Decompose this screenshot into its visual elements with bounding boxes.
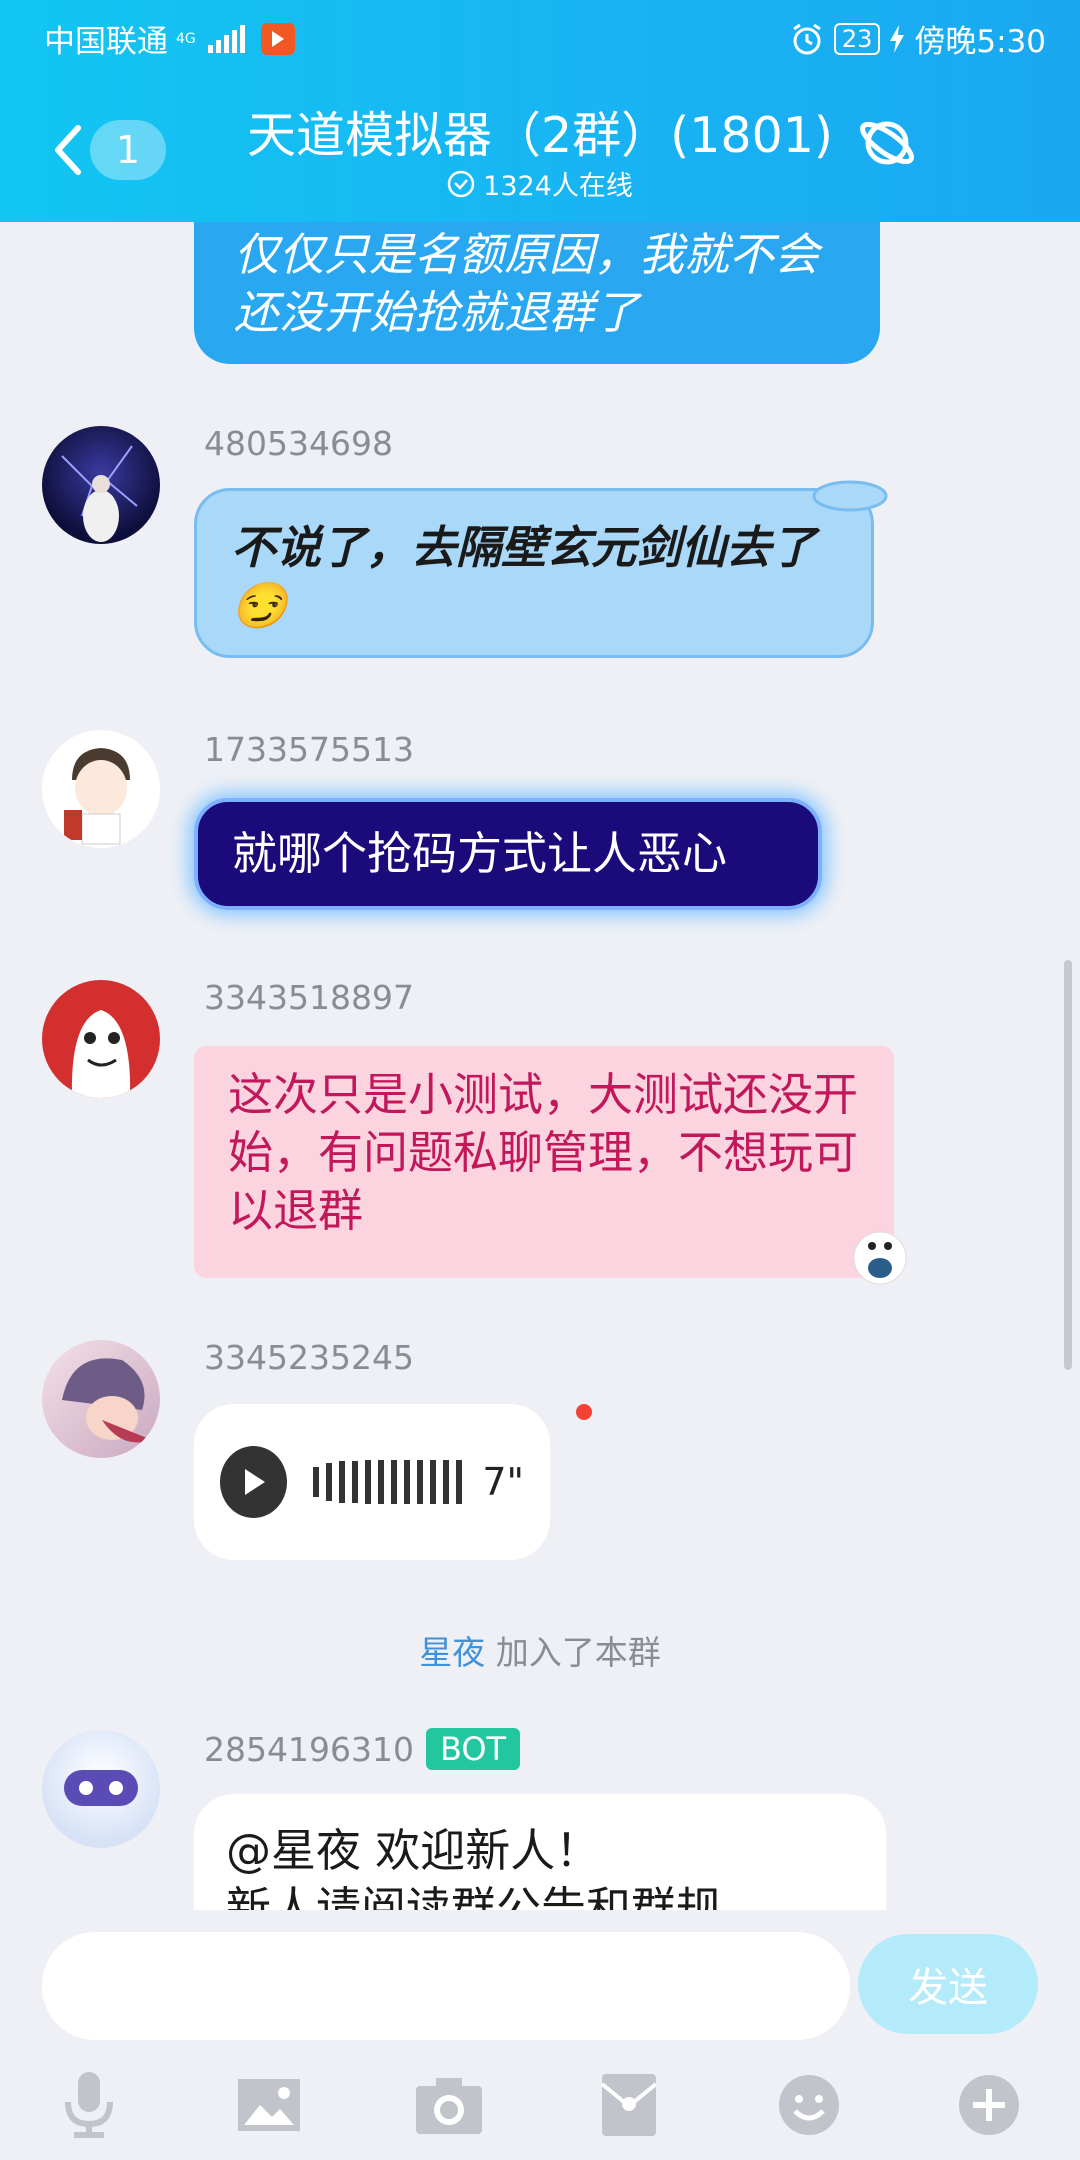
sender-name[interactable]: 3343518897	[204, 978, 414, 1017]
mic-icon[interactable]	[44, 2060, 134, 2150]
system-action: 加入了本群	[495, 1633, 661, 1672]
system-message: 星夜 加入了本群	[0, 1626, 1080, 1674]
nav-bar: 1 天道模拟器（2群）(1801) 1324人在线	[0, 82, 1080, 222]
charging-icon	[890, 24, 905, 53]
sender-header: 2854196310 BOT	[204, 1728, 521, 1770]
check-circle-icon	[447, 170, 475, 197]
system-user-link[interactable]: 星夜	[419, 1633, 485, 1672]
emoji-icon[interactable]	[764, 2060, 854, 2150]
online-text: 1324人在线	[483, 171, 633, 202]
penguin-sticker-icon	[853, 1231, 907, 1285]
message-bubble[interactable]: @星夜 欢迎新人！ 新人请阅读群公告和群规	[194, 1794, 886, 1910]
waveform-icon	[313, 1460, 463, 1504]
status-bar: 中国联通 4G 23 傍晚5:30	[0, 0, 1080, 72]
battery-level: 23	[841, 24, 873, 53]
message-bubble[interactable]: 仅仅只是名额原因，我就不会还没开始抢就退群了	[194, 222, 880, 364]
cloud-decoration-icon	[812, 480, 888, 512]
voice-duration: 7"	[482, 1460, 524, 1504]
scrollbar[interactable]	[1064, 960, 1072, 1370]
image-icon[interactable]	[224, 2060, 314, 2150]
avatar[interactable]	[42, 980, 160, 1098]
send-button[interactable]: 发送	[858, 1934, 1038, 2034]
voice-message[interactable]: 7"	[194, 1404, 550, 1560]
alarm-icon	[792, 23, 821, 54]
toolbar	[0, 2060, 1080, 2150]
redpacket-icon[interactable]	[584, 2060, 674, 2150]
sender-name[interactable]: 1733575513	[204, 730, 414, 769]
video-app-icon	[260, 22, 295, 55]
sender-name[interactable]: 2854196310	[204, 1730, 414, 1769]
message-input[interactable]	[42, 1932, 850, 2040]
message-text: 不说了，去隔壁玄元剑仙去了	[231, 521, 817, 574]
message-text: @星夜 欢迎新人！	[226, 1824, 601, 1877]
avatar[interactable]	[42, 1730, 160, 1848]
sender-name[interactable]: 480534698	[204, 424, 393, 463]
planet-icon[interactable]	[856, 112, 918, 174]
avatar[interactable]	[42, 1340, 160, 1458]
plus-icon[interactable]	[944, 2060, 1034, 2150]
bot-badge: BOT	[425, 1728, 521, 1770]
message-list[interactable]: 仅仅只是名额原因，我就不会还没开始抢就退群了 480534698 不说了，去隔壁…	[0, 222, 1080, 1910]
online-count: 1324人在线	[0, 164, 1080, 203]
message-bubble[interactable]: 不说了，去隔壁玄元剑仙去了 😏	[194, 488, 874, 658]
input-bar: 发送	[0, 1910, 1080, 2160]
unread-dot	[576, 1404, 592, 1420]
smirk-emoji-icon: 😏	[231, 579, 288, 632]
avatar[interactable]	[42, 730, 160, 848]
camera-icon[interactable]	[404, 2060, 494, 2150]
signal-icon	[207, 24, 245, 53]
carrier-name: 中国联通	[44, 24, 168, 60]
sender-name[interactable]: 3345235245	[204, 1338, 414, 1377]
battery-icon: 23	[833, 22, 881, 55]
message-bubble[interactable]: 就哪个抢码方式让人恶心	[194, 798, 822, 910]
clock: 傍晚5:30	[914, 24, 1046, 60]
avatar[interactable]	[42, 426, 160, 544]
chat-header: 中国联通 4G 23 傍晚5:30 1 天道模拟器（2群）(1801) 1324…	[0, 0, 1080, 222]
message-text-line2: 新人请阅读群公告和群规	[226, 1882, 722, 1910]
group-title[interactable]: 天道模拟器（2群）(1801)	[0, 96, 1080, 167]
play-icon[interactable]	[220, 1446, 288, 1518]
network-type: 4G	[176, 30, 196, 47]
message-bubble[interactable]: 这次只是小测试，大测试还没开始，有问题私聊管理，不想玩可以退群	[194, 1046, 894, 1278]
